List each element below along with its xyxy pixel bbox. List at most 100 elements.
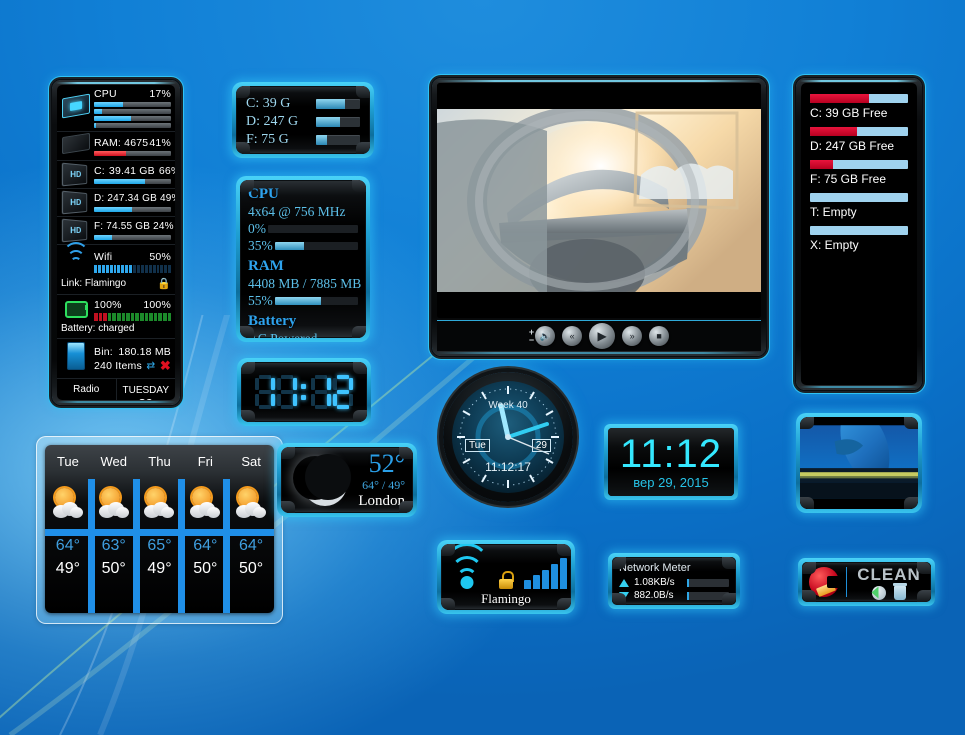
wifi-network-gadget[interactable]: Flamingo — [437, 540, 575, 614]
analog-clock-face — [457, 386, 559, 488]
forecast-high: 64° — [55, 537, 80, 554]
browser-cleanup-icon[interactable] — [872, 585, 886, 600]
sidebar-battery-section[interactable]: 100% 100% Battery: charged — [57, 295, 175, 339]
drive-row[interactable]: F: 75 G — [246, 131, 360, 149]
radio-control[interactable]: Radio ▶ — [57, 379, 117, 400]
upload-speed: 1.08KB/s — [634, 577, 675, 588]
calendar-weekday: TUESDAY — [122, 385, 170, 396]
bin-delete-icon[interactable]: ✖ — [160, 359, 171, 372]
cpu-load1-bar — [268, 224, 358, 233]
drive-x-label: X: Empty — [810, 238, 859, 252]
radio-play-icon[interactable]: ▶ — [82, 398, 91, 400]
sidebar-ram-section[interactable]: RAM: 4675 41% — [57, 132, 175, 161]
forecast-low: 50° — [238, 560, 264, 577]
drive-c-label: C: — [94, 165, 105, 177]
play-button[interactable]: ▶ — [589, 323, 616, 349]
ram-label: RAM: 4675 — [94, 136, 149, 149]
volume-control[interactable]: + − 🔊 — [529, 326, 556, 346]
sidebar-cpu-section[interactable]: CPU 17% — [57, 85, 175, 132]
radio-label: Radio — [73, 384, 100, 395]
analog-clock-gadget[interactable]: Week 40 Tue 29 11:12:17 — [443, 372, 579, 502]
player-controls[interactable]: + − 🔊 « ▶ » ■ — [437, 320, 761, 351]
drive-f-value: 24% — [153, 221, 174, 232]
analog-week-label: Week 40 — [488, 400, 528, 411]
analog-digital-time: 11:12:17 — [485, 460, 531, 474]
cpu-ram-battery-gadget[interactable]: CPU 4x64 @ 756 MHz 0% 35% RAM 4408 MB / … — [236, 176, 370, 342]
next-button[interactable]: » — [622, 326, 643, 346]
led-digit — [333, 375, 353, 409]
weather-forecast-gadget[interactable]: Tue 64° 49° Wed 63° 50° Thu 65° 49° Fri … — [45, 445, 274, 613]
network-meter-gadget[interactable]: Network Meter 1.08KB/s 882.0B/s — [608, 553, 740, 609]
volume-icon[interactable]: 🔊 — [535, 326, 556, 346]
digital-clock-gadget[interactable]: 11:12 вер 29, 2015 — [604, 424, 738, 500]
forecast-day-label: Tue — [56, 454, 79, 469]
drive-d-bar — [316, 117, 360, 127]
sidebar-recycle-bin-section[interactable]: Bin: 180.18 MB 240 Items ⇄ ✖ — [57, 339, 175, 379]
recycle-bin-cleanup-icon[interactable] — [893, 582, 907, 600]
ccleaner-gadget[interactable]: CLEAN — [798, 558, 935, 606]
battery-left-value: 100% — [94, 298, 122, 311]
wifi-label: Wifi — [94, 250, 113, 263]
stop-button[interactable]: ■ — [649, 326, 670, 346]
video-frame-image — [437, 83, 761, 318]
volume-down-icon[interactable]: − — [529, 336, 534, 345]
drive-c-size: 39.41 GB — [108, 165, 155, 177]
drive-d-value: 49% — [160, 193, 175, 204]
drive-row[interactable]: C: 39 G — [246, 95, 360, 113]
analog-day-label: Tue — [465, 439, 490, 452]
digital-clock-time: 11:12 — [619, 432, 723, 476]
calendar-display[interactable]: TUESDAY 29 — [117, 379, 176, 400]
drive-row[interactable]: D: 247 G — [246, 113, 360, 131]
drive-d-label: D: 247 GB Free — [810, 139, 895, 153]
lock-icon — [498, 571, 514, 589]
drive-f-label: F: 75 G — [246, 132, 289, 147]
drive-d-bar — [94, 207, 171, 212]
current-weather-gadget[interactable]: 52° 64° / 49° London — [277, 443, 417, 517]
led-digit — [255, 375, 275, 409]
upload-row: 1.08KB/s — [619, 577, 729, 588]
forecast-day-label: Thu — [148, 454, 171, 469]
drives-free-space-gadget[interactable]: C: 39 GB Free D: 247 GB Free F: 75 GB Fr… — [796, 78, 922, 390]
video-surface[interactable] — [437, 83, 761, 318]
forecast-high: 63° — [101, 537, 126, 554]
drive-c-bar — [94, 179, 171, 184]
analog-date-label: 29 — [531, 439, 551, 452]
drive-f-bar — [316, 135, 360, 145]
wifi-value: 50% — [149, 250, 171, 263]
drive-f-label: F: 75 GB Free — [810, 172, 887, 186]
drive-f-bar — [810, 160, 908, 169]
drive-f-label: F: — [94, 221, 104, 232]
previous-button[interactable]: « — [562, 326, 583, 346]
drive-x-bar — [810, 226, 908, 235]
download-row: 882.0B/s — [619, 590, 729, 601]
forecast-high: 64° — [193, 537, 218, 554]
forecast-high: 64° — [238, 537, 264, 554]
sidebar-wifi-section[interactable]: Wifi 50% Link: Flamingo 🔒 — [57, 242, 175, 295]
photo-slideshow-gadget[interactable] — [796, 413, 922, 513]
cpu-chip-icon — [61, 93, 91, 121]
led-colon — [300, 375, 308, 409]
ram-load-value: 55% — [248, 293, 273, 308]
sidebar-drive-f[interactable]: HD F: 74.55 GB 24% — [57, 217, 175, 245]
forecast-day-label: Wed — [100, 454, 127, 469]
wifi-ssid: Flamingo — [481, 591, 531, 606]
cpu-model: 4x64 @ 756 MHz — [248, 204, 346, 219]
bin-items: 240 Items — [94, 359, 142, 372]
bin-label: Bin: — [94, 345, 113, 358]
download-speed: 882.0B/s — [634, 590, 674, 601]
system-sidebar-gadget[interactable]: CPU 17% RAM: 4675 41% HD C: 39.41 GB 66 … — [52, 80, 180, 405]
partly-sunny-icon — [234, 479, 268, 527]
sidebar-drive-c[interactable]: HD C: 39.41 GB 66% — [57, 161, 175, 189]
drive-d-label: D: — [94, 193, 105, 204]
battery-section-title: Battery — [248, 313, 297, 329]
photo-image — [800, 417, 918, 509]
sidebar-drive-d[interactable]: HD D: 247.34 GB 49% — [57, 189, 175, 217]
clean-button-label[interactable]: CLEAN — [857, 565, 921, 585]
bin-refresh-icon[interactable]: ⇄ — [146, 360, 155, 372]
forecast-low: 50° — [193, 560, 218, 577]
cpu-value: 17% — [149, 88, 171, 100]
media-player-gadget[interactable]: + − 🔊 « ▶ » ■ — [432, 78, 766, 356]
volume-step-icons[interactable]: + − — [529, 328, 534, 345]
led-clock-gadget[interactable] — [237, 358, 371, 426]
drive-summary-gadget[interactable]: C: 39 G D: 247 G F: 75 G — [232, 82, 374, 158]
